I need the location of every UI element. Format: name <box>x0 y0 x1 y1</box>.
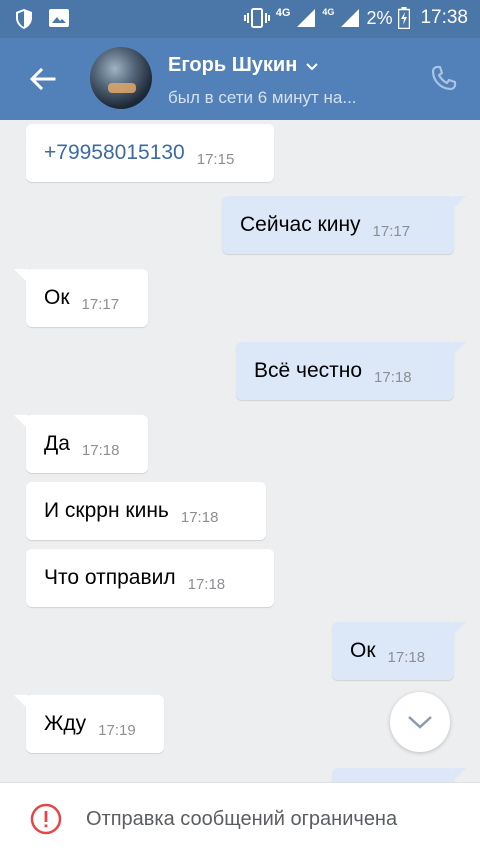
contact-name-row[interactable]: Егорь Шукин <box>168 54 319 77</box>
signal-icon-2 <box>341 9 360 27</box>
avatar[interactable] <box>90 47 152 109</box>
back-arrow-icon[interactable] <box>26 62 60 96</box>
scroll-to-bottom-button[interactable] <box>390 692 450 752</box>
chevron-down-icon <box>306 62 319 70</box>
chevron-down-icon <box>408 716 432 729</box>
restriction-notice: Отправка сообщений ограничена <box>86 808 398 830</box>
network-label-a: 4G <box>275 7 291 19</box>
message-time: 17:15 <box>196 150 235 168</box>
alert-circle-icon <box>30 803 62 835</box>
message-text: Жду <box>44 712 87 735</box>
phone-icon[interactable] <box>430 64 458 92</box>
message-incoming[interactable]: И скррн кинь 17:18 <box>26 482 266 540</box>
last-seen-status: был в сети 6 минут на... <box>168 88 357 107</box>
clock: 17:38 <box>420 7 468 28</box>
message-time: 17:18 <box>187 575 226 593</box>
message-text: Что отправил <box>44 566 176 589</box>
contact-name: Егорь Шукин <box>168 54 298 76</box>
message-incoming[interactable]: Жду 17:19 <box>14 695 164 753</box>
message-incoming[interactable]: Да 17:18 <box>14 415 148 473</box>
message-outgoing[interactable]: Ок 17:18 <box>332 622 466 680</box>
message-time: 17:17 <box>81 295 120 313</box>
status-bar: 4G 4G 2% 17:38 <box>0 0 480 38</box>
message-time: 17:18 <box>180 508 219 526</box>
message-incoming[interactable]: Что отправил 17:18 <box>26 549 274 607</box>
message-text: Ок <box>44 286 70 309</box>
message-text: И скррн кинь <box>44 499 169 522</box>
message-incoming[interactable]: Ок 17:17 <box>14 269 148 327</box>
message-text: Да <box>44 432 70 455</box>
chat-header: Егорь Шукин был в сети 6 минут на... <box>0 38 480 120</box>
message-time: 17:19 <box>98 721 136 739</box>
message-list[interactable]: +79958015130 17:15 Сейчас кину 17:17 Ок … <box>0 120 480 782</box>
message-time: 17:18 <box>387 648 426 666</box>
image-icon <box>49 9 69 27</box>
message-text: Ок <box>350 639 376 662</box>
message-outgoing[interactable]: Всё честно 17:18 <box>236 342 466 400</box>
composer-restricted-banner: Отправка сообщений ограничена <box>0 782 480 855</box>
battery-icon <box>398 7 411 29</box>
message-time: 17:18 <box>374 368 412 386</box>
vibrate-icon <box>243 8 270 28</box>
network-label-b: 4G <box>322 7 335 17</box>
battery-percent: 2% <box>366 7 393 28</box>
message-text: Сейчас кину <box>240 213 361 236</box>
message-outgoing-partial[interactable] <box>332 768 466 782</box>
message-time: 17:17 <box>372 222 411 240</box>
avatar-detail <box>108 83 136 93</box>
message-outgoing[interactable]: Сейчас кину 17:17 <box>222 196 466 254</box>
shield-icon <box>16 9 32 29</box>
status-bar-right: 4G 4G 2% 17:38 <box>243 7 468 29</box>
message-time: 17:18 <box>81 441 120 459</box>
message-text[interactable]: +79958015130 <box>44 141 185 165</box>
message-incoming[interactable]: +79958015130 17:15 <box>26 124 274 182</box>
status-bar-left <box>14 8 70 30</box>
signal-icon <box>297 9 316 27</box>
message-text: Всё честно <box>254 359 363 382</box>
